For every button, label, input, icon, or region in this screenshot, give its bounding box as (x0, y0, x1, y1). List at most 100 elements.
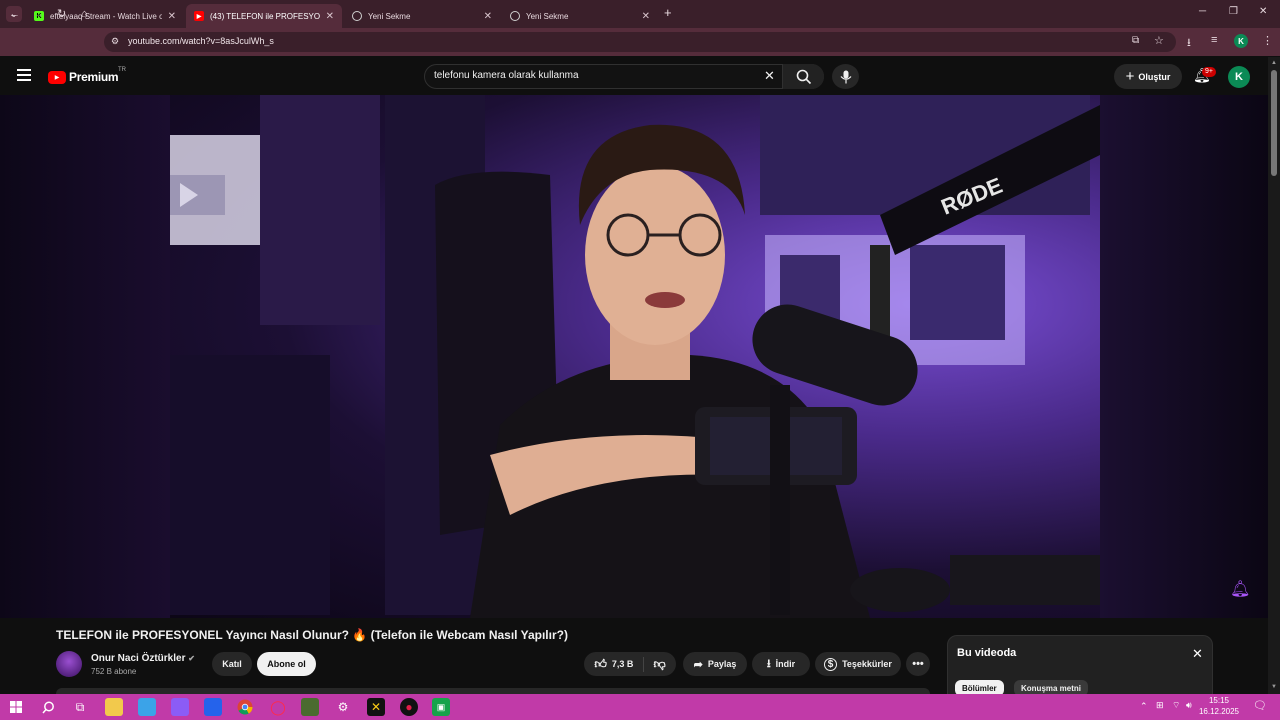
close-icon[interactable]: ✕ (326, 11, 334, 22)
scroll-down-arrow-icon[interactable]: ▼ (1271, 684, 1277, 690)
downloads-icon[interactable]: ⭳ (1187, 34, 1191, 53)
media-control-icon[interactable]: ≡ (1211, 34, 1217, 46)
youtube-premium-logo[interactable]: ▶ Premium (48, 70, 119, 84)
steam-icon[interactable]: ⚙ (334, 698, 352, 716)
windows-taskbar (0, 694, 1280, 720)
green-app-icon[interactable]: ▣ (432, 698, 450, 716)
video-scene: RØDE (170, 95, 1100, 618)
subscriber-count: 752 B abone (91, 667, 137, 676)
channel-watermark-icon[interactable]: 🔔︎ (1230, 579, 1250, 599)
share-arrow-icon: ➦ (693, 658, 703, 671)
menu-kebab-icon[interactable]: ⋮ (1262, 34, 1273, 47)
tab-title: (43) TELEFON ile PROFESYONEL (210, 11, 320, 21)
file-explorer-icon[interactable] (105, 698, 123, 716)
url-text[interactable]: youtube.com/watch?v=8asJculWh_s (128, 36, 274, 46)
join-label: Katıl (222, 659, 242, 669)
opera-icon[interactable]: ◯ (269, 698, 287, 716)
create-button[interactable]: + Oluştur (1114, 64, 1182, 89)
profile-avatar[interactable]: K (1234, 34, 1248, 48)
page-scrollbar-thumb[interactable] (1271, 70, 1277, 176)
site-info-icon[interactable]: ⚙ (111, 36, 119, 47)
recording-app-icon[interactable]: ● (400, 698, 418, 716)
video-player[interactable]: RØDE 🔔︎ (0, 95, 1268, 618)
subscribe-button[interactable]: Abone ol (257, 652, 316, 676)
voice-search-button[interactable] (832, 64, 859, 89)
share-label: Paylaş (707, 659, 737, 669)
tab-title: Yeni Sekme (526, 11, 569, 21)
network-icon[interactable]: ⌔ (1172, 700, 1180, 711)
channel-avatar[interactable] (56, 651, 82, 677)
windows-start-icon[interactable] (7, 698, 25, 716)
minecraft-icon[interactable] (301, 698, 319, 716)
clock-time: 15:15 (1208, 696, 1230, 705)
thumbs-up-icon: 👍︎ (594, 656, 607, 671)
thanks-button[interactable]: $ Teşekkürler (815, 652, 901, 676)
video-frame[interactable]: RØDE (170, 95, 1100, 618)
forward-icon[interactable]: → (33, 7, 44, 21)
clear-search-icon[interactable]: ✕ (764, 68, 775, 84)
close-icon[interactable]: ✕ (168, 11, 176, 22)
clock-date: 16.12.2025 (1198, 707, 1240, 716)
back-icon[interactable]: ← (9, 7, 20, 21)
volume-icon[interactable]: 🔊︎ (1186, 700, 1192, 711)
hamburger-menu-icon[interactable] (17, 69, 31, 81)
tab-title: eftelyaaq Stream - Watch Live o (50, 11, 162, 21)
tab-new-tab-1[interactable]: Yeni Sekme ✕ (344, 4, 500, 28)
tab-new-tab-2[interactable]: Yeni Sekme ✕ (502, 4, 658, 28)
bookmark-star-icon[interactable]: ☆ (1154, 34, 1164, 47)
store-icon[interactable] (171, 698, 189, 716)
like-dislike-group: 👍︎ 7,3 B 👎︎ (584, 652, 676, 676)
create-label: Oluştur (1138, 71, 1171, 82)
taskbar-search-icon[interactable] (39, 698, 57, 716)
app-icon[interactable] (204, 698, 222, 716)
join-button[interactable]: Katıl (212, 652, 252, 676)
like-button[interactable]: 👍︎ 7,3 B (594, 656, 645, 672)
video-letterbox-right (1100, 95, 1268, 618)
download-button[interactable]: ⭳ İndir (752, 652, 810, 676)
minimize-icon[interactable]: ─ (1199, 6, 1206, 17)
thanks-label: Teşekkürler (842, 659, 892, 669)
region-code: TR (118, 67, 126, 73)
close-panel-icon[interactable]: ✕ (1192, 646, 1203, 662)
close-icon[interactable]: ✕ (642, 11, 650, 22)
video-title: TELEFON ile PROFESYONEL Yayıncı Nasıl Ol… (56, 628, 568, 642)
scroll-up-arrow-icon[interactable]: ▲ (1271, 60, 1277, 66)
system-clock[interactable]: 15:15 16.12.2025 (1198, 695, 1240, 717)
channel-name[interactable]: Onur Naci Öztürkler ✔ (91, 653, 195, 664)
tray-overflow-icon[interactable]: ⌃ (1140, 701, 1148, 712)
search-input[interactable]: telefonu kamera olarak kullanma (434, 70, 579, 81)
install-app-icon[interactable]: ⧉ (1132, 35, 1139, 46)
chrome-taskbar-icon[interactable] (236, 698, 254, 716)
download-icon: ⭳ (766, 657, 771, 670)
window-close-icon[interactable]: ✕ (1259, 6, 1267, 17)
new-tab-button[interactable]: + (664, 5, 672, 20)
more-actions-button[interactable]: ••• (906, 652, 930, 676)
subscribe-label: Abone ol (267, 659, 306, 669)
thumbs-down-icon[interactable]: 👎︎ (649, 657, 665, 672)
vscode-icon[interactable] (138, 698, 156, 716)
logo-text: Premium (69, 70, 119, 84)
tab-youtube-video[interactable]: ▶ (43) TELEFON ile PROFESYONEL ✕ (186, 4, 342, 28)
tray-app-icon[interactable]: ⊞ (1156, 700, 1164, 711)
verified-badge-icon: ✔ (188, 654, 195, 663)
tab-title: Yeni Sekme (368, 11, 411, 21)
task-view-icon[interactable]: ⧉ (71, 698, 89, 716)
tab-kick-stream[interactable]: K eftelyaaq Stream - Watch Live o ✕ (26, 4, 184, 28)
account-avatar[interactable]: K (1228, 66, 1250, 88)
chrome-icon (510, 11, 520, 21)
chapters-panel-title: Bu videoda (957, 647, 1017, 659)
reload-icon[interactable]: ↻ (57, 7, 66, 21)
search-button[interactable] (782, 64, 824, 89)
channel-name-text: Onur Naci Öztürkler (91, 653, 186, 664)
plus-icon: + (1125, 67, 1135, 85)
chrome-icon (352, 11, 362, 21)
restore-icon[interactable]: ❐ (1229, 6, 1238, 17)
home-icon[interactable]: ⌂ (81, 7, 88, 21)
close-icon[interactable]: ✕ (484, 11, 492, 22)
share-button[interactable]: ➦ Paylaş (683, 652, 747, 676)
notification-center-icon[interactable]: 🗨︎ (1253, 699, 1267, 712)
download-label: İndir (775, 659, 796, 669)
more-horizontal-icon: ••• (912, 658, 924, 670)
like-count: 7,3 B (611, 659, 634, 669)
game-app-icon[interactable]: ✕ (367, 698, 385, 716)
